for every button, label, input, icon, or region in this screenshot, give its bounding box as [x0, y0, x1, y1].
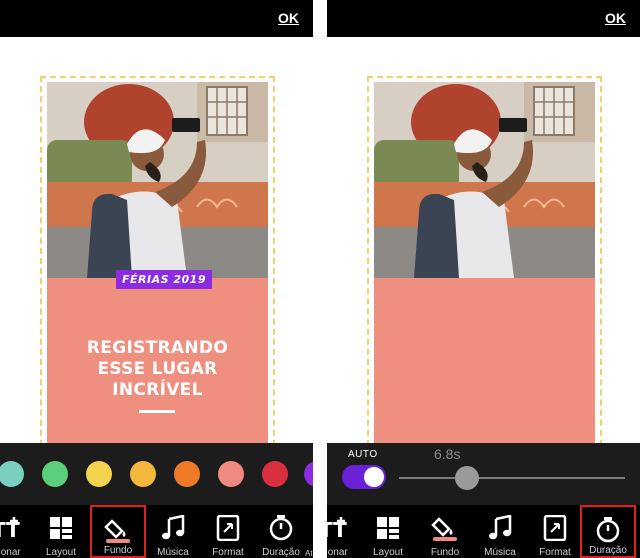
color-swatch[interactable]: [42, 461, 68, 487]
ok-button[interactable]: OK: [278, 10, 299, 26]
color-swatch[interactable]: [304, 461, 313, 487]
color-swatch[interactable]: [218, 461, 244, 487]
layout-icon: [47, 515, 75, 541]
toolbar-item-timer[interactable]: Duração: [580, 505, 636, 558]
music-note-icon: [159, 514, 187, 541]
color-swatch[interactable]: [174, 461, 200, 487]
right-screen: OK AUTO 6.8s T onar Layout Fundo Música …: [327, 0, 640, 558]
timer-icon: [594, 517, 622, 543]
color-swatch[interactable]: [130, 461, 156, 487]
ok-button[interactable]: OK: [605, 10, 626, 26]
story-headline[interactable]: REGISTRANDO ESSE LUGAR INCRÍVEL: [47, 338, 268, 401]
toolbar-item-label: Duração: [262, 547, 300, 558]
paint-bucket-icon: [104, 517, 132, 543]
top-bar: OK: [327, 0, 640, 37]
toolbar-item-paint-bucket[interactable]: Fundo: [417, 505, 473, 558]
story-photo: [374, 82, 595, 278]
text-add-icon: TT: [327, 515, 347, 542]
toolbar-item-music-note[interactable]: Música: [472, 505, 528, 558]
top-bar: OK: [0, 0, 313, 37]
toolbar-overflow-label: At: [305, 549, 313, 558]
color-swatch[interactable]: [0, 461, 24, 487]
headline-line: ESSE LUGAR: [97, 359, 218, 379]
toggle-knob: [364, 467, 384, 487]
auto-toggle[interactable]: [342, 465, 386, 489]
duration-value: 6.8s: [434, 446, 461, 462]
auto-label: AUTO: [348, 449, 378, 460]
toolbar-item-music-note[interactable]: Música: [145, 505, 201, 558]
editor-toolbar: TTicionarLayoutFundoMúsicaFormatDuração: [327, 505, 640, 558]
music-note-icon: [486, 514, 514, 541]
story-photo: [47, 82, 268, 278]
bottom-panel: AUTO 6.8s TTicionarLayoutFundoMúsicaForm…: [327, 443, 640, 558]
vacation-badge[interactable]: FÉRIAS 2019: [116, 270, 212, 289]
headline-underline: [139, 410, 175, 413]
toolbar-item-format[interactable]: Format: [527, 505, 583, 558]
toolbar-item-paint-bucket[interactable]: Fundo: [90, 505, 146, 558]
story-card[interactable]: FÉRIAS 2019 REGISTRANDO ESSE LUGAR INCRÍ…: [47, 82, 268, 452]
toolbar-item-layout[interactable]: Layout: [33, 505, 89, 558]
left-screen: OK FÉRIAS 2019 REGISTRANDO ESSE LUGAR IN…: [0, 0, 313, 558]
layout-icon: [374, 515, 402, 541]
story-card[interactable]: [374, 82, 595, 452]
bottom-panel: TTicionarLayoutFundoMúsicaFormatDuraçãoA…: [0, 443, 313, 558]
format-icon: [214, 514, 242, 542]
timer-icon: [267, 515, 295, 541]
color-swatch-bar: [0, 443, 313, 505]
color-swatch[interactable]: [86, 461, 112, 487]
toolbar-item-label: Duração: [589, 545, 627, 556]
format-icon: [541, 514, 569, 542]
toolbar-item-label: Layout: [45, 547, 77, 558]
editor-toolbar: TTicionarLayoutFundoMúsicaFormatDuraçãoA…: [0, 505, 313, 558]
headline-line: INCRÍVEL: [112, 380, 203, 400]
toolbar-item-timer[interactable]: Duração: [253, 505, 309, 558]
duration-slider-track[interactable]: [399, 477, 625, 479]
headline-line: REGISTRANDO: [86, 338, 229, 358]
duration-bar: AUTO 6.8s: [327, 443, 640, 505]
paint-bucket-icon: [431, 515, 459, 541]
color-swatch[interactable]: [262, 461, 288, 487]
duration-slider-thumb[interactable]: [454, 466, 479, 490]
toolbar-item-layout[interactable]: Layout: [360, 505, 416, 558]
text-add-icon: TT: [0, 515, 20, 542]
